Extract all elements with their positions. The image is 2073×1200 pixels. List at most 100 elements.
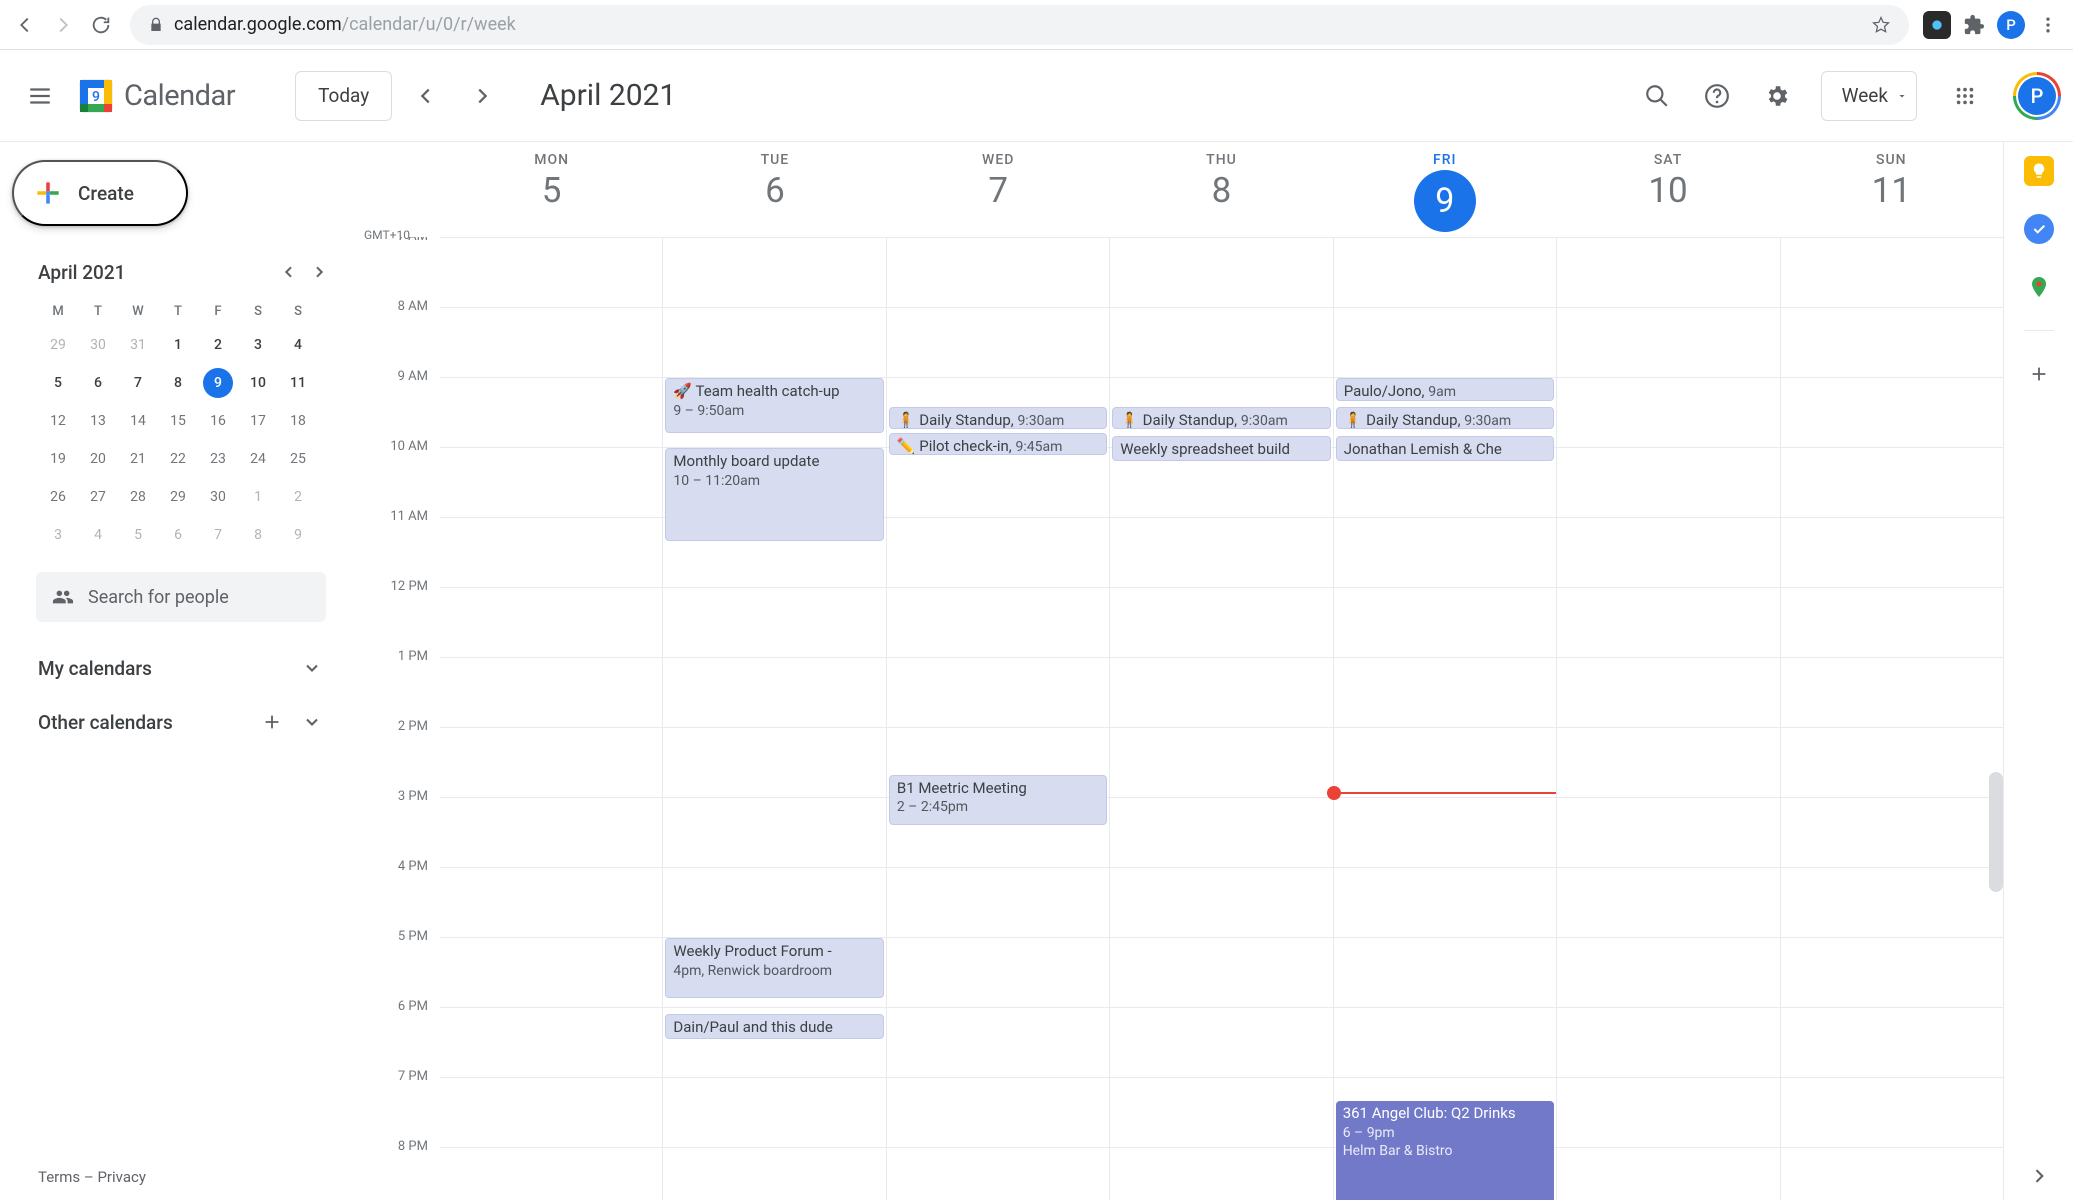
hour-cell[interactable]	[1110, 518, 1332, 588]
hour-cell[interactable]	[1781, 238, 2003, 308]
privacy-link[interactable]: Privacy	[97, 1168, 145, 1186]
day-header[interactable]: SAT10	[1556, 142, 1779, 237]
hour-cell[interactable]	[1557, 938, 1779, 1008]
mini-cal-day[interactable]: 2	[278, 478, 318, 516]
browser-menu-button[interactable]	[2033, 10, 2063, 40]
mini-cal-next[interactable]	[304, 257, 334, 287]
profile-avatar[interactable]: P	[1997, 11, 2025, 39]
mini-cal-day[interactable]: 29	[38, 326, 78, 364]
day-column[interactable]: 🧍 Daily Standup, 9:30am Weekly spreadshee…	[1109, 238, 1332, 1200]
hour-cell[interactable]	[1110, 868, 1332, 938]
hour-cell[interactable]	[1334, 1008, 1556, 1078]
help-button[interactable]	[1693, 72, 1741, 120]
mini-cal-day[interactable]: 25	[278, 440, 318, 478]
mini-cal-day[interactable]: 30	[78, 326, 118, 364]
star-icon[interactable]	[1871, 15, 1891, 35]
hour-cell[interactable]	[1334, 238, 1556, 308]
scrollbar[interactable]	[1989, 772, 2003, 892]
mini-cal-day[interactable]: 23	[198, 440, 238, 478]
browser-back-button[interactable]	[10, 10, 40, 40]
hour-cell[interactable]	[887, 588, 1109, 658]
mini-cal-day[interactable]: 22	[158, 440, 198, 478]
hour-cell[interactable]	[1781, 308, 2003, 378]
mini-cal-prev[interactable]	[274, 257, 304, 287]
hour-cell[interactable]	[440, 1008, 662, 1078]
browser-reload-button[interactable]	[86, 10, 116, 40]
my-calendars-section[interactable]: My calendars	[38, 652, 326, 684]
hour-cell[interactable]	[663, 1148, 885, 1200]
account-button[interactable]: P	[2013, 72, 2061, 120]
hour-cell[interactable]	[1110, 1148, 1332, 1200]
next-week-button[interactable]	[460, 74, 504, 118]
mini-cal-day[interactable]: 4	[278, 326, 318, 364]
hour-cell[interactable]	[1334, 868, 1556, 938]
hour-cell[interactable]	[1557, 588, 1779, 658]
hour-cell[interactable]	[887, 658, 1109, 728]
terms-link[interactable]: Terms	[38, 1168, 80, 1186]
hour-cell[interactable]	[1557, 868, 1779, 938]
hour-cell[interactable]	[1334, 798, 1556, 868]
hour-cell[interactable]	[1781, 1148, 2003, 1200]
hour-cell[interactable]	[663, 658, 885, 728]
search-button[interactable]	[1633, 72, 1681, 120]
hour-cell[interactable]	[1110, 798, 1332, 868]
hour-cell[interactable]	[440, 868, 662, 938]
calendar-event[interactable]: 🚀 Team health catch-up9 – 9:50am	[665, 378, 883, 433]
hour-cell[interactable]	[1334, 518, 1556, 588]
mini-cal-day[interactable]: 19	[38, 440, 78, 478]
hour-cell[interactable]	[1557, 1148, 1779, 1200]
day-header[interactable]: TUE6	[663, 142, 886, 237]
mini-cal-day[interactable]: 31	[118, 326, 158, 364]
days-grid[interactable]: 🚀 Team health catch-up9 – 9:50am Monthly …	[440, 237, 2003, 1200]
day-column[interactable]	[1556, 238, 1779, 1200]
hour-cell[interactable]	[887, 518, 1109, 588]
hour-cell[interactable]	[887, 308, 1109, 378]
hour-cell[interactable]	[663, 308, 885, 378]
calendar-event[interactable]: 🧍 Daily Standup, 9:30am	[889, 407, 1107, 429]
mini-cal-day[interactable]: 9	[203, 368, 233, 398]
hour-cell[interactable]	[1781, 728, 2003, 798]
extensions-button[interactable]	[1959, 10, 1989, 40]
hour-cell[interactable]	[1334, 938, 1556, 1008]
calendar-event[interactable]: Paulo/Jono, 9am	[1336, 378, 1554, 401]
mini-cal-day[interactable]: 27	[78, 478, 118, 516]
hour-cell[interactable]	[1557, 238, 1779, 308]
hour-cell[interactable]	[440, 938, 662, 1008]
mini-cal-day[interactable]: 9	[278, 516, 318, 554]
hour-cell[interactable]	[1557, 798, 1779, 868]
day-column[interactable]: 🧍 Daily Standup, 9:30am ✏️ Pilot check-in…	[886, 238, 1109, 1200]
calendar-event[interactable]: Monthly board update10 – 11:20am	[665, 448, 883, 541]
calendar-event[interactable]: ✏️ Pilot check-in, 9:45am	[889, 433, 1107, 455]
hour-cell[interactable]	[440, 1148, 662, 1200]
calendar-event[interactable]: Dain/Paul and this dude	[665, 1014, 883, 1039]
hour-cell[interactable]	[663, 868, 885, 938]
hour-cell[interactable]	[887, 238, 1109, 308]
hour-cell[interactable]	[887, 1148, 1109, 1200]
calendar-event[interactable]: 🧍 Daily Standup, 9:30am	[1112, 407, 1330, 429]
other-calendars-section[interactable]: Other calendars	[38, 706, 326, 738]
mini-cal-day[interactable]: 29	[158, 478, 198, 516]
hour-cell[interactable]	[1781, 588, 2003, 658]
settings-button[interactable]	[1753, 72, 1801, 120]
calendar-event[interactable]: Weekly Product Forum -4pm, Renwick board…	[665, 938, 883, 998]
day-column[interactable]	[1780, 238, 2003, 1200]
calendar-event[interactable]: Weekly spreadsheet build	[1112, 436, 1330, 461]
hour-cell[interactable]	[440, 588, 662, 658]
hour-cell[interactable]	[1334, 728, 1556, 798]
hour-cell[interactable]	[440, 448, 662, 518]
mini-cal-day[interactable]: 5	[38, 364, 78, 402]
mini-cal-day[interactable]: 5	[118, 516, 158, 554]
hour-cell[interactable]	[1781, 798, 2003, 868]
day-header[interactable]: MON5	[440, 142, 663, 237]
mini-cal-day[interactable]: 20	[78, 440, 118, 478]
get-addons-button[interactable]	[2024, 359, 2054, 389]
mini-cal-day[interactable]: 7	[118, 364, 158, 402]
mini-cal-day[interactable]: 10	[238, 364, 278, 402]
mini-cal-day[interactable]: 11	[278, 364, 318, 402]
hour-cell[interactable]	[1110, 238, 1332, 308]
hour-cell[interactable]	[1557, 448, 1779, 518]
hour-cell[interactable]	[887, 1078, 1109, 1148]
hour-cell[interactable]	[663, 728, 885, 798]
hour-cell[interactable]	[1781, 518, 2003, 588]
mini-cal-day[interactable]: 1	[158, 326, 198, 364]
